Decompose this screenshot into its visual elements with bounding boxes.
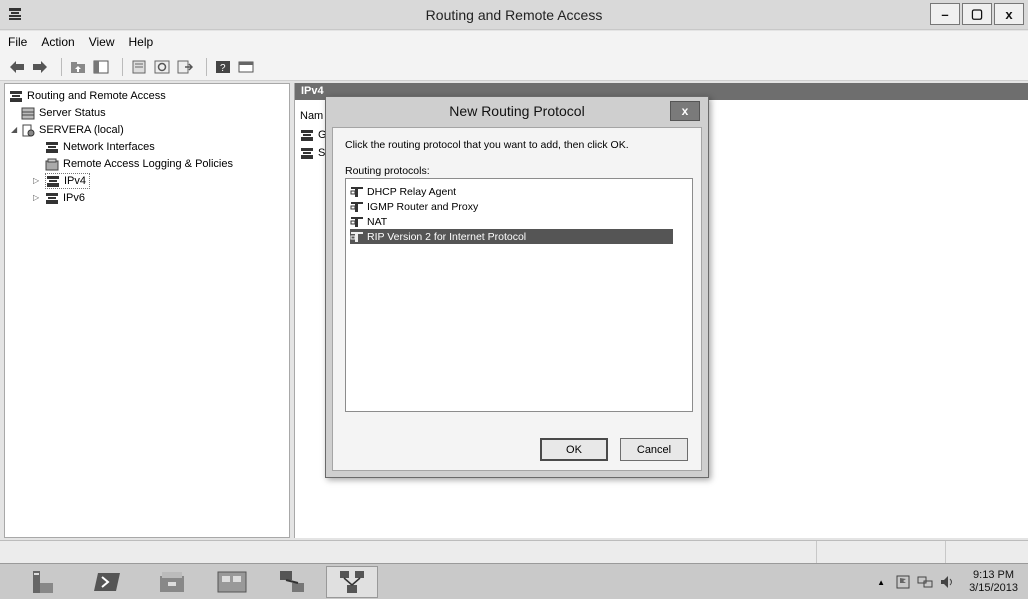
window-title: Routing and Remote Access: [425, 7, 603, 23]
column-header-name[interactable]: Nam: [300, 110, 323, 122]
action-center-flag-icon[interactable]: [895, 574, 911, 590]
tree-item-server-status[interactable]: Server Status: [21, 105, 106, 121]
dialog-body: Click the routing protocol that you want…: [332, 127, 702, 471]
protocol-item-rip-v2[interactable]: RIP Version 2 for Internet Protocol: [350, 229, 673, 244]
back-arrow-icon[interactable]: [8, 58, 25, 75]
control-panel-icon[interactable]: [206, 566, 258, 598]
protocol-icon: [350, 201, 363, 212]
tree-item-label: Network Interfaces: [63, 141, 155, 153]
up-folder-icon[interactable]: [69, 58, 86, 75]
general-icon: [301, 129, 313, 141]
details-row[interactable]: G: [300, 127, 327, 143]
menu-help[interactable]: Help: [129, 35, 154, 49]
expand-arrow-icon[interactable]: ▷: [33, 193, 39, 202]
properties-icon[interactable]: [130, 58, 147, 75]
console-icon[interactable]: [237, 58, 254, 75]
server-manager-icon[interactable]: [16, 566, 68, 598]
routing-icon[interactable]: [326, 566, 378, 598]
tree-item-label: IPv6: [63, 192, 86, 204]
toolbar-separator: [61, 57, 62, 76]
close-button[interactable]: x: [994, 3, 1024, 25]
tree-item-ipv6[interactable]: IPv6: [45, 190, 85, 206]
status-bar: [0, 540, 1028, 564]
protocol-label: NAT: [367, 215, 388, 228]
static-routes-icon: [301, 147, 313, 159]
svg-text:?: ?: [220, 63, 226, 74]
protocol-icon: [350, 231, 363, 242]
protocol-label: RIP Version 2 for Internet Protocol: [367, 230, 527, 243]
toolbar-separator: [206, 57, 207, 76]
toolbar: ?: [0, 53, 1028, 81]
protocol-icon: [350, 216, 363, 227]
restore-button[interactable]: ▢: [962, 3, 992, 25]
tree-item-label: IPv4: [64, 175, 87, 187]
routing-protocols-list[interactable]: DHCP Relay Agent IGMP Router and Proxy N…: [345, 178, 693, 412]
collapse-arrow-icon[interactable]: ◢: [11, 125, 17, 134]
speaker-icon[interactable]: [939, 574, 955, 590]
status-divider: [816, 541, 817, 564]
minimize-button[interactable]: –: [930, 3, 960, 25]
tree-item-root[interactable]: Routing and Remote Access: [9, 88, 166, 104]
powershell-icon[interactable]: [82, 566, 134, 598]
ok-button[interactable]: OK: [540, 438, 608, 461]
taskbar: ▲ 9:13 PM 3/15/2013: [0, 563, 1028, 599]
file-explorer-icon[interactable]: [146, 566, 198, 598]
show-hidden-icons-icon[interactable]: ▲: [877, 578, 885, 587]
server-status-icon: [21, 107, 35, 119]
export-icon[interactable]: [176, 58, 193, 75]
clock-date: 3/15/2013: [969, 582, 1018, 594]
server-icon: [22, 124, 35, 136]
menu-view[interactable]: View: [89, 35, 115, 49]
dialog-close-button[interactable]: x: [670, 101, 700, 121]
cancel-button[interactable]: Cancel: [620, 438, 688, 461]
console-tree: Routing and Remote Access Server Status …: [4, 83, 290, 538]
title-bar[interactable]: Routing and Remote Access – ▢ x: [0, 0, 1028, 30]
tree-item-label: Remote Access Logging & Policies: [63, 158, 233, 170]
protocol-item-igmp[interactable]: IGMP Router and Proxy: [350, 199, 478, 214]
dialog-title: New Routing Protocol: [449, 103, 585, 119]
network-interfaces-icon: [46, 141, 58, 153]
protocol-item-nat[interactable]: NAT: [350, 214, 387, 229]
rras-server-icon: [10, 90, 22, 102]
system-tray: ▲ 9:13 PM 3/15/2013: [877, 564, 1018, 600]
details-header-label: IPv4: [301, 85, 324, 97]
clock-time: 9:13 PM: [973, 569, 1015, 581]
tree-item-label: Server Status: [39, 107, 106, 119]
tree-item-servera[interactable]: SERVERA (local): [21, 122, 124, 138]
tree-item-remote-access-logging[interactable]: Remote Access Logging & Policies: [45, 156, 233, 172]
menu-action[interactable]: Action: [41, 35, 74, 49]
ipv6-icon: [46, 192, 58, 204]
network-icon[interactable]: [266, 566, 318, 598]
protocol-icon: [350, 186, 363, 197]
protocol-item-dhcp-relay[interactable]: DHCP Relay Agent: [350, 184, 456, 199]
show-hide-tree-icon[interactable]: [92, 58, 109, 75]
expand-arrow-icon[interactable]: ▷: [33, 176, 39, 185]
status-divider: [945, 541, 946, 564]
new-routing-protocol-dialog: New Routing Protocol x Click the routing…: [325, 96, 709, 478]
toolbar-separator: [122, 57, 123, 76]
protocol-label: DHCP Relay Agent: [367, 185, 457, 198]
tree-item-label: SERVERA (local): [39, 124, 124, 136]
taskbar-clock[interactable]: 9:13 PM 3/15/2013: [969, 569, 1018, 595]
menu-bar: File Action View Help: [0, 31, 1028, 53]
menu-file[interactable]: File: [8, 35, 27, 49]
logging-policies-icon: [45, 158, 59, 170]
help-icon[interactable]: ?: [214, 58, 231, 75]
refresh-icon[interactable]: [153, 58, 170, 75]
dialog-prompt: Click the routing protocol that you want…: [345, 139, 629, 151]
forward-arrow-icon[interactable]: [31, 58, 48, 75]
routing-protocols-label: Routing protocols:: [345, 165, 430, 177]
ipv4-icon: [47, 175, 59, 187]
tree-item-network-interfaces[interactable]: Network Interfaces: [45, 139, 155, 155]
tree-item-ipv4[interactable]: IPv4: [45, 173, 91, 189]
network-status-icon[interactable]: [917, 574, 933, 590]
tree-root-label: Routing and Remote Access: [27, 90, 166, 102]
protocol-label: IGMP Router and Proxy: [367, 200, 479, 213]
window-controls: – ▢ x: [928, 3, 1024, 25]
